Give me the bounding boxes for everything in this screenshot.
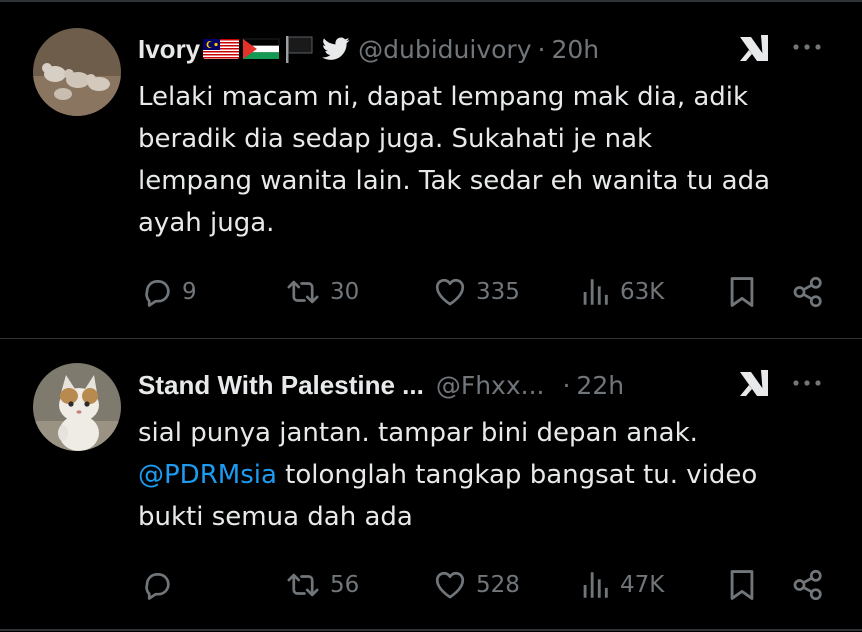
reply-icon	[145, 573, 170, 600]
tweet-1[interactable]: Ivory @dubiduivory · 20h Lelaki macam ni…	[0, 0, 862, 338]
tweet-header: Ivory @dubiduivory · 20h	[138, 30, 599, 68]
black-flag-icon	[282, 34, 316, 64]
tweet-text-line: beradik dia sedap juga. Sukahati je nak	[138, 124, 653, 154]
views-button[interactable]: 63K	[578, 272, 664, 312]
like-button[interactable]: 528	[432, 565, 520, 605]
view-count: 47K	[620, 572, 665, 598]
reply-button[interactable]: 9	[140, 272, 197, 312]
share-button[interactable]	[791, 272, 825, 312]
cat-photo-avatar	[33, 363, 121, 451]
share-icon	[793, 569, 822, 601]
bookmark-icon	[730, 277, 754, 307]
bookmark-button[interactable]	[727, 565, 757, 605]
more-options-icon[interactable]	[790, 40, 824, 54]
heart-icon	[435, 278, 465, 306]
retweet-icon	[287, 573, 319, 597]
retweet-icon	[287, 280, 319, 304]
tweet-text-line: sial punya jantan. tampar bini depan ana…	[138, 418, 698, 448]
twitter-bird-icon	[322, 37, 350, 61]
handle[interactable]: @dubiduivory	[358, 35, 531, 64]
tweet-text-line: lempang wanita lain. Tak sedar eh wanita…	[138, 166, 771, 196]
grok-icon[interactable]	[737, 32, 771, 66]
reply-count: 9	[182, 279, 197, 305]
separator-dot: ·	[562, 370, 571, 400]
view-count: 63K	[620, 279, 665, 305]
tweet-text-line: @PDRMsia tolonglah tangkap bangsat tu. v…	[138, 454, 838, 496]
grok-icon[interactable]	[737, 367, 771, 401]
avatar-ivory[interactable]	[33, 28, 121, 116]
tweet-text-fragment: tolonglah tangkap bangsat tu. video	[276, 460, 758, 490]
share-icon	[793, 276, 822, 308]
separator-dot: ·	[537, 34, 546, 64]
bottom-divider	[0, 629, 862, 631]
rabbits-photo-avatar	[33, 28, 121, 116]
tweet-text: sial punya jantan. tampar bini depan ana…	[138, 412, 838, 538]
bookmark-icon	[730, 570, 754, 600]
tweet-actions: 56 528 47K	[0, 565, 862, 605]
share-button[interactable]	[791, 565, 825, 605]
reply-icon	[145, 280, 170, 307]
like-button[interactable]: 335	[432, 272, 520, 312]
tweet-actions: 9 30 335 63K	[0, 272, 862, 312]
tweet-text-line: bukti semua dah ada	[138, 502, 413, 532]
tweet-text-line: Lelaki macam ni, dapat lempang mak dia, …	[138, 82, 749, 112]
tweet-2[interactable]: Stand With Palestine ... @Fhxx... · 22h …	[0, 339, 862, 629]
avatar-stand-with-palestine[interactable]	[33, 363, 121, 451]
heart-icon	[435, 571, 465, 599]
like-count: 335	[476, 279, 520, 305]
tweet-text-line: ayah juga.	[138, 208, 275, 238]
tweet-header: Stand With Palestine ... @Fhxx... · 22h	[138, 366, 624, 404]
retweet-count: 30	[330, 279, 360, 305]
timestamp[interactable]: 22h	[576, 371, 624, 400]
tweet-text: Lelaki macam ni, dapat lempang mak dia, …	[138, 76, 838, 244]
views-button[interactable]: 47K	[578, 565, 664, 605]
retweet-count: 56	[330, 572, 360, 598]
handle[interactable]: @Fhxx...	[436, 371, 545, 400]
views-icon	[583, 572, 608, 598]
timestamp[interactable]: 20h	[551, 35, 599, 64]
display-name[interactable]: Ivory	[138, 34, 200, 65]
bookmark-button[interactable]	[727, 272, 757, 312]
palestine-flag-icon	[242, 37, 280, 61]
like-count: 528	[476, 572, 520, 598]
malaysia-flag-icon	[202, 37, 240, 61]
retweet-button[interactable]: 30	[284, 272, 359, 312]
retweet-button[interactable]: 56	[284, 565, 359, 605]
more-options-icon[interactable]	[790, 376, 824, 390]
display-name[interactable]: Stand With Palestine ...	[138, 370, 424, 401]
mention-link[interactable]: @PDRMsia	[138, 460, 277, 490]
views-icon	[583, 279, 608, 305]
reply-button[interactable]	[140, 565, 182, 605]
